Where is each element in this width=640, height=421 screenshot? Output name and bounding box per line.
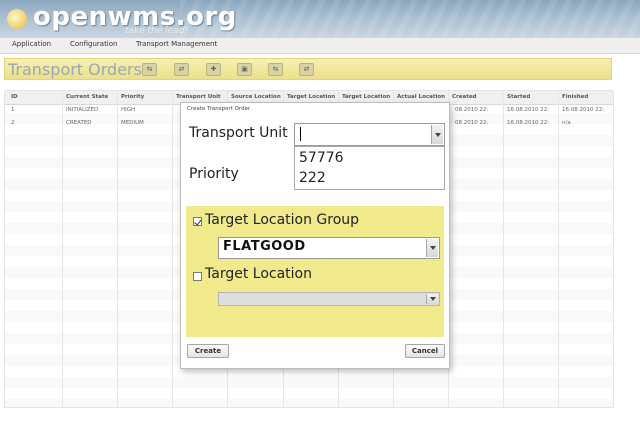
cell-created[interactable]: 08.2010 22: bbox=[455, 107, 488, 113]
cell-state[interactable]: INITIALIZED bbox=[66, 107, 98, 113]
app-header: openwms.org take the lead! bbox=[0, 0, 640, 38]
app-root: openwms.org take the lead! Application C… bbox=[0, 0, 640, 421]
target-location-group-value: FLATGOOD bbox=[223, 239, 306, 254]
column-header[interactable]: Finished bbox=[562, 94, 588, 100]
target-location-checkbox[interactable] bbox=[193, 272, 202, 281]
menu-configuration[interactable]: Configuration bbox=[70, 40, 117, 48]
cell-priority[interactable]: HIGH bbox=[121, 107, 135, 113]
column-header[interactable]: Priority bbox=[121, 94, 144, 100]
cell-id[interactable]: 2 bbox=[11, 120, 15, 126]
toolbar-action-icon[interactable]: ⇆ bbox=[268, 63, 283, 76]
toolbar-action-icon[interactable]: ⇆ bbox=[142, 63, 157, 76]
column-divider bbox=[62, 91, 63, 407]
target-location-select[interactable] bbox=[218, 292, 440, 306]
page-title: Transport Orders bbox=[8, 60, 142, 79]
target-location-label: Target Location bbox=[205, 266, 312, 282]
priority-label: Priority bbox=[189, 166, 239, 182]
cell-started[interactable]: 16.08.2010 22: bbox=[507, 107, 549, 113]
dropdown-option[interactable]: 222 bbox=[299, 170, 326, 186]
column-header[interactable]: Target Location bbox=[342, 94, 396, 100]
transport-unit-label: Transport Unit bbox=[189, 125, 288, 141]
column-header[interactable]: ID bbox=[11, 94, 18, 100]
page-titlebar: Transport Orders ⇆ ⇄ ✚ ▣ ⇆ ⇄ bbox=[4, 58, 612, 80]
chevron-down-icon[interactable] bbox=[426, 239, 438, 257]
column-divider bbox=[558, 91, 559, 407]
menu-transport-management[interactable]: Transport Management bbox=[136, 40, 217, 48]
cell-id[interactable]: 1 bbox=[11, 107, 15, 113]
cell-priority[interactable]: MEDIUM bbox=[121, 120, 144, 126]
column-header[interactable]: Source Location bbox=[231, 94, 285, 100]
cell-finished[interactable]: n/a bbox=[562, 120, 571, 126]
target-section: Target Location Group FLATGOOD Target Lo… bbox=[186, 206, 444, 337]
cell-created[interactable]: 08.2010 22: bbox=[455, 120, 488, 126]
toolbar-action-icon[interactable]: ▣ bbox=[237, 63, 252, 76]
cell-started[interactable]: 16.08.2010 22: bbox=[507, 120, 549, 126]
logo-tagline: take the lead! bbox=[125, 26, 189, 36]
create-button[interactable]: Create bbox=[187, 344, 229, 358]
main-menubar: Application Configuration Transport Mana… bbox=[0, 38, 640, 54]
logo-sun-icon bbox=[7, 9, 27, 29]
column-divider bbox=[172, 91, 173, 407]
header-pattern bbox=[180, 0, 640, 38]
target-location-group-select[interactable]: FLATGOOD bbox=[218, 237, 440, 259]
cancel-button[interactable]: Cancel bbox=[405, 344, 445, 358]
menu-application[interactable]: Application bbox=[12, 40, 51, 48]
toolbar-action-icon[interactable]: ⇄ bbox=[299, 63, 314, 76]
column-header[interactable]: Transport Unit bbox=[176, 94, 221, 100]
toolbar-action-icon[interactable]: ✚ bbox=[206, 63, 221, 76]
dropdown-option[interactable]: 57776 bbox=[299, 150, 344, 166]
target-location-group-checkbox[interactable] bbox=[193, 217, 202, 226]
column-header[interactable]: Current State bbox=[66, 94, 108, 100]
chevron-down-icon[interactable] bbox=[426, 294, 438, 304]
chevron-down-icon[interactable] bbox=[431, 125, 443, 144]
text-caret bbox=[300, 127, 301, 141]
dialog-title: Create Transport Order bbox=[187, 106, 251, 112]
column-divider bbox=[117, 91, 118, 407]
column-header[interactable]: Started bbox=[507, 94, 530, 100]
column-header[interactable]: Target Location bbox=[287, 94, 341, 100]
toolbar-action-icon[interactable]: ⇄ bbox=[174, 63, 189, 76]
column-header[interactable]: Created bbox=[452, 94, 477, 100]
transport-unit-combobox[interactable] bbox=[294, 123, 445, 146]
cell-finished[interactable]: 16.08.2010 22: bbox=[562, 107, 604, 113]
target-location-group-label: Target Location Group bbox=[205, 212, 360, 228]
transport-unit-dropdown: 57776 222 bbox=[294, 146, 445, 190]
cell-state[interactable]: CREATED bbox=[66, 120, 92, 126]
column-divider bbox=[503, 91, 504, 407]
column-header[interactable]: Actual Location bbox=[397, 94, 451, 100]
